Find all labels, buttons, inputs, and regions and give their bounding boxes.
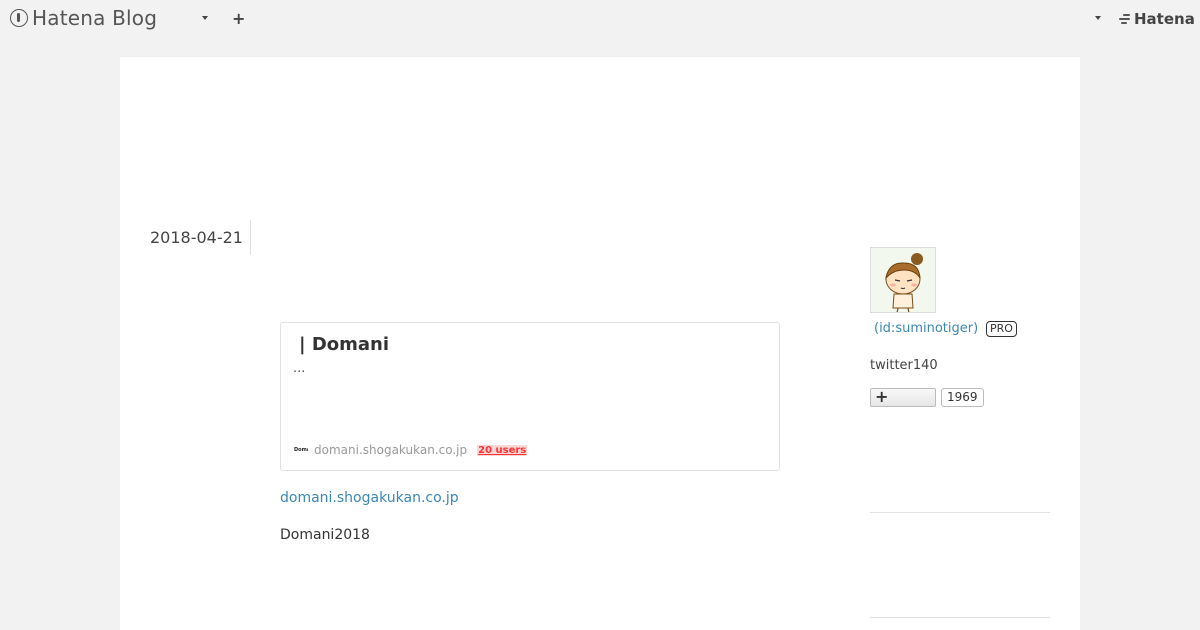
entry-date[interactable]: 2018-04-21 — [150, 228, 243, 247]
profile-id-link[interactable]: (id:suminotiger) — [874, 321, 978, 336]
twitter-text: twitter140 — [870, 358, 938, 373]
add-entry-button[interactable]: + — [232, 9, 245, 28]
profile-avatar[interactable] — [870, 247, 936, 313]
subscribe-button[interactable]: + — [870, 387, 936, 407]
top-bar: Hatena Blog + Hatena — [0, 0, 1200, 38]
hatena-logo-icon — [1119, 13, 1131, 25]
cartoon-girl-avatar-icon — [885, 253, 923, 312]
hatena-blog-brand[interactable]: Hatena Blog — [10, 6, 157, 30]
source-link[interactable]: domani.shogakukan.co.jp — [280, 490, 459, 506]
pro-badge: PRO — [986, 321, 1017, 337]
embed-card[interactable]: | Domani ... Domani domani.shogakukan.co… — [280, 322, 780, 471]
embed-card-description: ... — [293, 361, 306, 376]
brand-text: Hatena Blog — [32, 6, 158, 30]
date-divider — [250, 220, 251, 255]
hatena-menu-caret-icon[interactable] — [1095, 16, 1101, 20]
hatena-label: Hatena — [1134, 10, 1195, 28]
bookmark-users-badge[interactable]: 20 users — [477, 444, 528, 456]
blog-menu-caret-icon[interactable] — [202, 16, 208, 20]
embed-card-title[interactable]: | Domani — [299, 334, 389, 355]
embed-card-footer: Domani domani.shogakukan.co.jp 20 users — [294, 443, 528, 457]
site-favicon-icon: Domani — [294, 447, 308, 453]
plus-icon: + — [875, 387, 889, 406]
embed-card-domain[interactable]: domani.shogakukan.co.jp — [314, 443, 467, 457]
subscriber-count[interactable]: 1969 — [941, 388, 984, 407]
hatena-blog-logo-icon — [10, 9, 28, 27]
entry-body-text: Domani2018 — [280, 527, 370, 543]
sidebar-divider — [870, 512, 1050, 513]
sidebar-divider — [870, 617, 1050, 618]
hatena-link[interactable]: Hatena — [1119, 10, 1195, 28]
